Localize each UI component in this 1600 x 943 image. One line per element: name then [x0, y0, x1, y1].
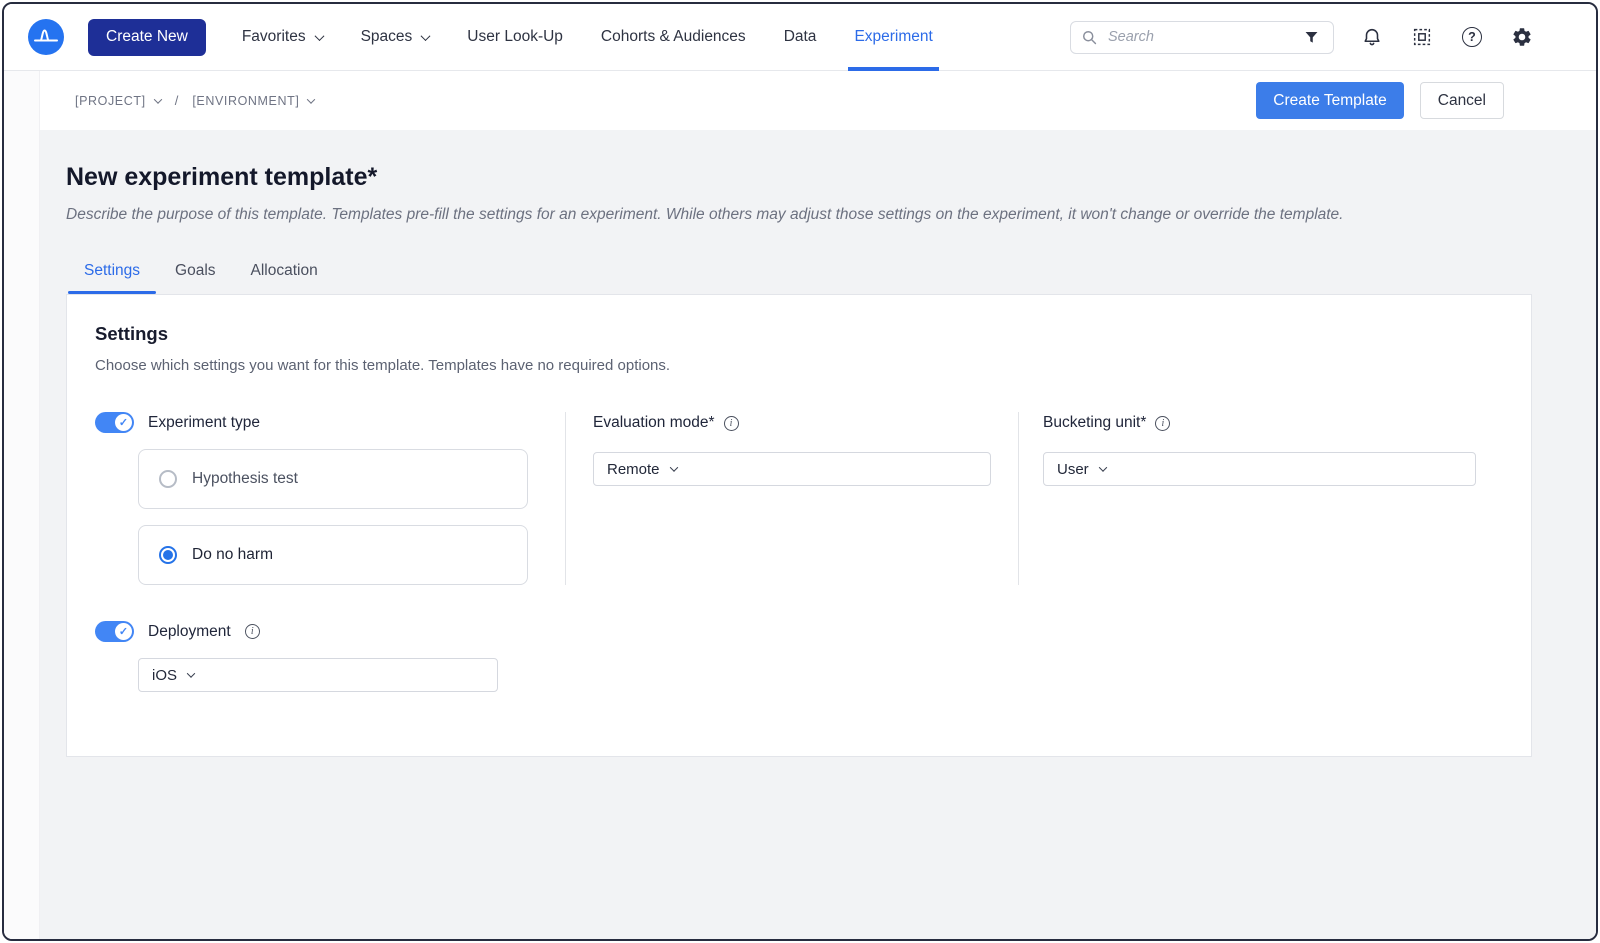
bucketing-unit-value: User	[1057, 461, 1089, 478]
search-icon	[1081, 29, 1098, 46]
nav-item-label: User Look-Up	[467, 28, 563, 46]
deployment-select[interactable]: iOS	[138, 658, 498, 692]
info-icon[interactable]	[724, 416, 739, 431]
nav-item-cohorts-audiences[interactable]: Cohorts & Audiences	[601, 4, 746, 71]
breadcrumb: [PROJECT] / [ENVIRONMENT]	[75, 93, 314, 108]
nav-item-label: Data	[784, 28, 817, 46]
evaluation-mode-column: Evaluation mode* Remote	[565, 412, 1018, 585]
tab-settings[interactable]: Settings	[68, 262, 156, 294]
breadcrumb-separator: /	[175, 93, 179, 108]
radio-selected-icon	[159, 546, 177, 564]
selection-grid-icon[interactable]	[1410, 25, 1434, 49]
nav-item-user-look-up[interactable]: User Look-Up	[467, 4, 563, 71]
breadcrumb-environment-label: [ENVIRONMENT]	[192, 94, 299, 108]
radio-icon	[159, 470, 177, 488]
page-subtitle: Describe the purpose of this template. T…	[66, 206, 1532, 224]
experiment-type-column: Experiment type Hypothesis test Do no ha…	[95, 412, 565, 585]
create-template-button[interactable]: Create Template	[1256, 82, 1403, 119]
primary-nav: Favorites Spaces User Look-Up Cohorts & …	[242, 4, 933, 71]
cancel-button[interactable]: Cancel	[1420, 82, 1504, 119]
page-header-bar: [PROJECT] / [ENVIRONMENT] Create Templat…	[40, 71, 1596, 130]
search-input[interactable]	[1106, 28, 1291, 46]
chevron-down-icon	[307, 95, 315, 103]
radio-option-hypothesis-test[interactable]: Hypothesis test	[138, 449, 528, 509]
bucketing-unit-select[interactable]: User	[1043, 452, 1476, 486]
search-box	[1070, 21, 1334, 54]
evaluation-mode-value: Remote	[607, 461, 660, 478]
settings-card-title: Settings	[95, 323, 1503, 345]
deployment-section: Deployment iOS	[95, 621, 1503, 692]
radio-option-label: Do no harm	[192, 546, 273, 564]
deployment-value: iOS	[152, 667, 177, 684]
evaluation-mode-label: Evaluation mode*	[593, 414, 715, 432]
amplitude-logo-icon[interactable]	[28, 19, 64, 55]
chevron-down-icon	[669, 463, 677, 471]
info-icon[interactable]	[245, 624, 260, 639]
chevron-down-icon	[153, 95, 161, 103]
toggle-check-icon	[115, 623, 132, 640]
page-title: New experiment template*	[66, 163, 1532, 192]
bucketing-unit-label: Bucketing unit*	[1043, 414, 1146, 432]
left-rail	[4, 71, 40, 939]
radio-option-do-no-harm[interactable]: Do no harm	[138, 525, 528, 585]
template-tabs: Settings Goals Allocation	[68, 250, 1532, 294]
settings-gear-icon[interactable]	[1510, 25, 1534, 49]
bucketing-unit-column: Bucketing unit* User	[1018, 412, 1503, 585]
breadcrumb-project-dropdown[interactable]: [PROJECT]	[75, 94, 161, 108]
info-icon[interactable]	[1155, 416, 1170, 431]
filter-funnel-icon[interactable]	[1299, 25, 1323, 49]
chevron-down-icon	[421, 31, 431, 41]
tab-allocation[interactable]: Allocation	[235, 262, 334, 294]
top-navigation-bar: Create New Favorites Spaces User Look-Up…	[4, 4, 1596, 71]
nav-item-label: Favorites	[242, 28, 306, 46]
radio-option-label: Hypothesis test	[192, 470, 298, 488]
experiment-type-toggle[interactable]	[95, 412, 134, 433]
chevron-down-icon	[1098, 463, 1106, 471]
nav-item-label: Cohorts & Audiences	[601, 28, 746, 46]
help-icon[interactable]	[1460, 25, 1484, 49]
settings-card: Settings Choose which settings you want …	[66, 294, 1532, 757]
breadcrumb-project-label: [PROJECT]	[75, 94, 146, 108]
nav-item-favorites[interactable]: Favorites	[242, 4, 323, 71]
nav-item-label: Spaces	[361, 28, 413, 46]
notifications-bell-icon[interactable]	[1360, 25, 1384, 49]
chevron-down-icon	[187, 669, 195, 677]
evaluation-mode-select[interactable]: Remote	[593, 452, 991, 486]
page-content: New experiment template* Describe the pu…	[40, 130, 1596, 939]
settings-card-description: Choose which settings you want for this …	[95, 357, 1503, 374]
deployment-label: Deployment	[148, 623, 231, 641]
experiment-type-label: Experiment type	[148, 414, 260, 432]
nav-item-label: Experiment	[854, 28, 932, 46]
toggle-check-icon	[115, 414, 132, 431]
nav-item-spaces[interactable]: Spaces	[361, 4, 430, 71]
breadcrumb-environment-dropdown[interactable]: [ENVIRONMENT]	[192, 94, 314, 108]
chevron-down-icon	[314, 31, 324, 41]
app-window: Create New Favorites Spaces User Look-Up…	[2, 2, 1598, 941]
deployment-toggle[interactable]	[95, 621, 134, 642]
tab-goals[interactable]: Goals	[159, 262, 232, 294]
create-new-button[interactable]: Create New	[88, 19, 206, 56]
nav-item-experiment[interactable]: Experiment	[854, 4, 932, 71]
nav-item-data[interactable]: Data	[784, 4, 817, 71]
